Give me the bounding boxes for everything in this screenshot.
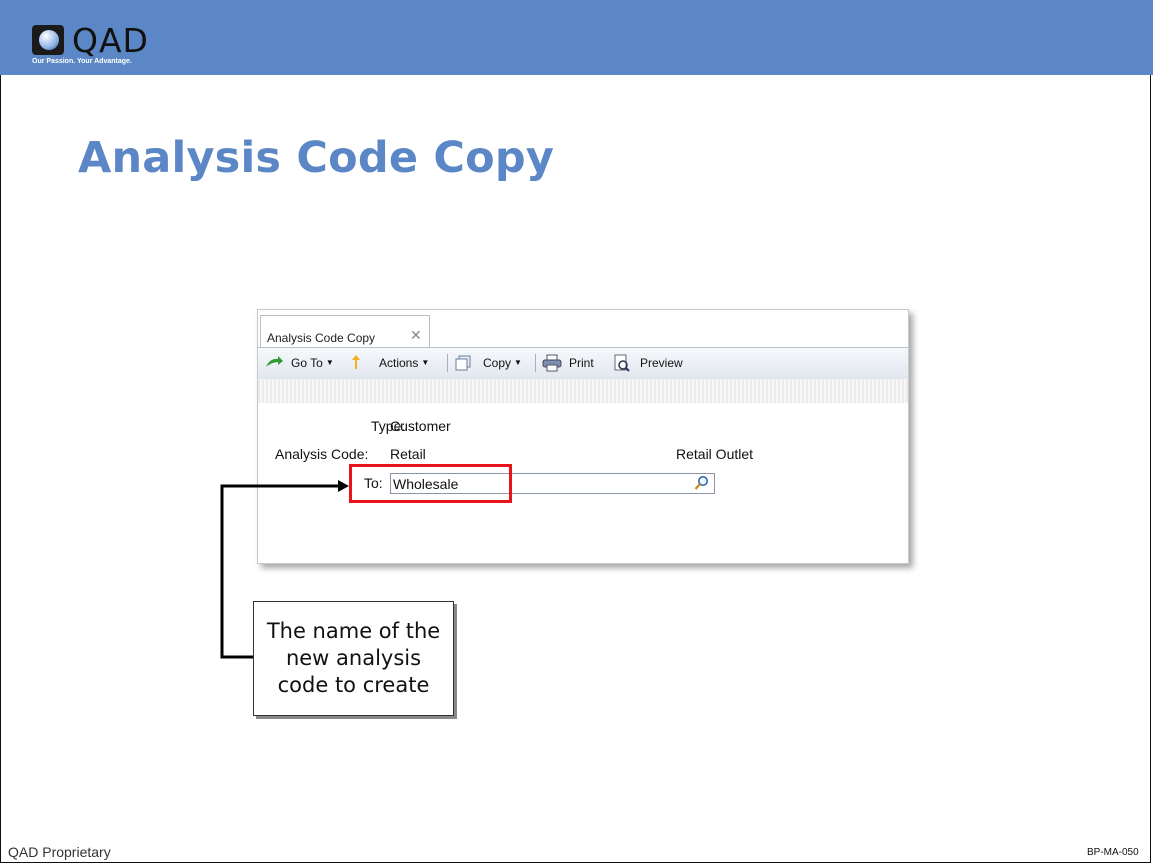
footer-proprietary: QAD Proprietary <box>8 844 111 860</box>
connector-arrowhead <box>338 480 349 492</box>
callout-box: The name of the new analysis code to cre… <box>253 601 454 716</box>
callout-text: The name of the new analysis code to cre… <box>266 619 441 697</box>
callout-connector <box>220 480 349 659</box>
footer-code: BP-MA-050 <box>1087 847 1139 858</box>
